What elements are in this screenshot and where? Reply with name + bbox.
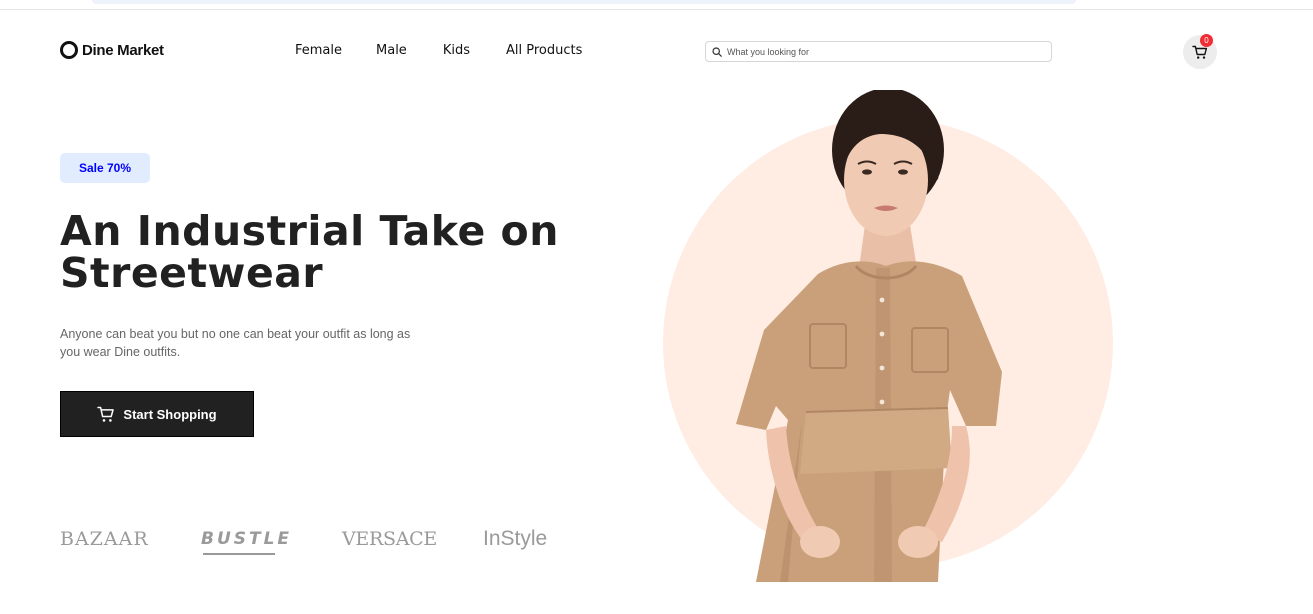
hero-title-line-2: Streetwear — [60, 249, 324, 297]
main-nav: Female Male Kids All Products — [295, 43, 582, 58]
header-divider — [0, 9, 1313, 10]
landing-page: Dine Market Female Male Kids All Product… — [0, 0, 1313, 614]
cart-icon — [97, 406, 115, 422]
hero-description: Anyone can beat you but no one can beat … — [60, 325, 460, 361]
hero-title-line-1: An Industrial Take on — [60, 207, 559, 255]
browser-strip — [92, 0, 1076, 4]
brand-logo-bazaar: BAZAAR — [60, 528, 149, 550]
brand-logo-bustle-text: BUSTLE — [201, 529, 293, 549]
bustle-underline — [203, 553, 275, 555]
hero-description-line-2: you wear Dine outfits. — [60, 345, 181, 359]
ring-logo-icon — [60, 41, 78, 59]
search-input[interactable] — [727, 46, 1027, 57]
brand-logo-bustle: BUSTLE — [201, 529, 342, 555]
start-shopping-label: Start Shopping — [123, 406, 217, 422]
brand-logos: BAZAAR BUSTLE VERSACE InStyle — [60, 527, 548, 555]
search-icon — [712, 46, 722, 57]
cart-count-badge: 0 — [1200, 34, 1213, 47]
hero-description-line-1: Anyone can beat you but no one can beat … — [60, 327, 411, 341]
hero-image — [663, 90, 1113, 582]
hero-title: An Industrial Take on Streetwear — [60, 210, 620, 294]
nav-item-all-products[interactable]: All Products — [506, 43, 582, 58]
start-shopping-button[interactable]: Start Shopping — [60, 391, 254, 437]
sale-badge: Sale 70% — [60, 153, 150, 183]
logo-text: Dine Market — [82, 41, 164, 59]
search-bar — [705, 41, 1052, 62]
logo[interactable]: Dine Market — [60, 40, 164, 60]
nav-item-kids[interactable]: Kids — [443, 43, 470, 58]
brand-logo-versace: VERSACE — [342, 528, 437, 550]
brand-logo-instyle: InStyle — [483, 527, 548, 550]
nav-item-female[interactable]: Female — [295, 43, 342, 58]
nav-item-male[interactable]: Male — [376, 43, 407, 58]
